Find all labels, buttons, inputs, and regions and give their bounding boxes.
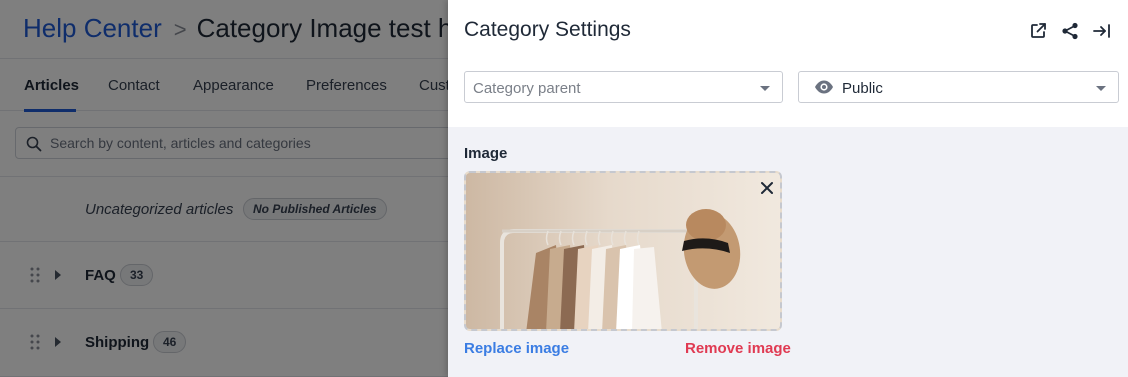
open-external-icon[interactable] <box>1028 21 1048 41</box>
collapse-panel-icon[interactable] <box>1092 21 1112 41</box>
eye-icon <box>815 80 833 94</box>
category-parent-select[interactable]: Category parent <box>464 71 783 103</box>
replace-image-link[interactable]: Replace image <box>464 340 569 357</box>
panel-title: Category Settings <box>464 18 631 41</box>
visibility-select[interactable]: Public <box>798 71 1119 103</box>
close-icon[interactable] <box>759 180 775 196</box>
image-section-label: Image <box>464 145 508 162</box>
chevron-down-icon <box>760 86 770 91</box>
visibility-value: Public <box>842 80 883 97</box>
category-parent-placeholder: Category parent <box>473 80 581 97</box>
panel-header-area: Category Settings Category parent Public <box>448 0 1128 127</box>
share-icon[interactable] <box>1060 21 1080 41</box>
clothing-rack-image <box>466 173 780 329</box>
category-settings-panel: Category Settings Category parent Public… <box>448 0 1128 377</box>
category-image-preview <box>464 171 782 331</box>
chevron-down-icon <box>1096 86 1106 91</box>
remove-image-link[interactable]: Remove image <box>685 340 791 357</box>
